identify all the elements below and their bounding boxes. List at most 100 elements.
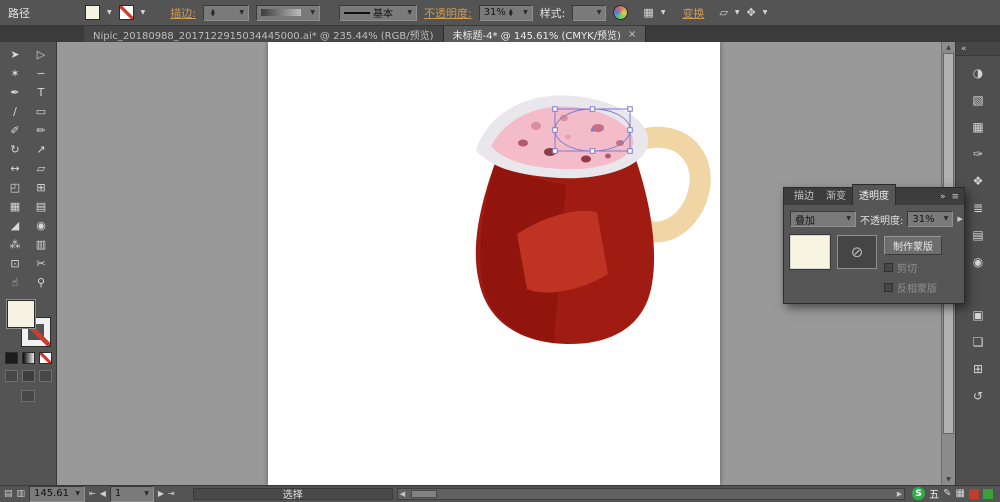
tool-artboard[interactable]: ⊡ (2, 254, 28, 273)
status-doc2-icon[interactable]: ▥ (17, 489, 26, 499)
fill-indicator[interactable] (7, 300, 35, 328)
opacity-link[interactable]: 不透明度: (424, 5, 472, 21)
chevron-down-icon[interactable]: ▼ (107, 10, 112, 16)
tool-rotate[interactable]: ↻ (2, 140, 28, 159)
tool-line[interactable]: ∕ (2, 102, 28, 121)
free-transform-icon[interactable]: ▱ (719, 7, 727, 18)
align-icon[interactable]: ▦ (643, 7, 653, 18)
tool-paintbrush[interactable]: ✐ (2, 121, 28, 140)
draw-inside-button[interactable] (39, 370, 52, 382)
artboard-first-button[interactable]: ⇤ (89, 489, 96, 498)
chevron-down-icon[interactable]: ▼ (763, 10, 768, 16)
make-mask-button[interactable]: 制作蒙版 (884, 236, 942, 255)
tool-symbol-sprayer[interactable]: ⁂ (2, 235, 28, 254)
layers-panel-icon[interactable]: ❏ (966, 333, 990, 350)
stroke-panel-icon[interactable]: ≣ (966, 199, 990, 216)
brush-select[interactable]: 基本 ▼ (339, 5, 417, 21)
tool-pencil[interactable]: ✏ (28, 121, 54, 140)
tool-zoom[interactable]: ⚲ (28, 273, 54, 292)
chevron-down-icon[interactable]: ▼ (735, 10, 740, 16)
chevron-down-icon[interactable]: ▼ (523, 10, 528, 16)
horizontal-scrollbar[interactable]: ◀ ▶ (397, 488, 905, 500)
stroke-color-swatch[interactable] (119, 5, 134, 20)
artboard-number-select[interactable]: 1 ▼ (110, 486, 154, 502)
tool-eyedropper[interactable]: ◢ (2, 216, 28, 235)
artboards-panel-icon[interactable]: ⊞ (966, 360, 990, 377)
close-icon[interactable]: × (628, 29, 636, 40)
swatches-panel-icon[interactable]: ▦ (966, 118, 990, 135)
artboard-last-button[interactable]: ⇥ (168, 489, 175, 498)
chevron-down-icon[interactable]: ▼ (75, 491, 80, 497)
spinner-down-icon[interactable]: ▼ (509, 13, 513, 17)
artboard-prev-button[interactable]: ◀ (100, 489, 106, 498)
fill-color-swatch[interactable] (85, 5, 100, 20)
tray-green-icon[interactable] (983, 489, 993, 499)
chevron-down-icon[interactable]: ▼ (144, 491, 149, 497)
invert-mask-checkbox[interactable] (884, 283, 893, 292)
horizontal-scrollbar-thumb[interactable] (411, 490, 437, 498)
tab-gradient[interactable]: 渐变 (820, 185, 852, 205)
opacity-select[interactable]: 31% ▲ ▼ ▼ (479, 5, 533, 21)
sogou-ime-icon[interactable]: S (912, 487, 925, 500)
tool-perspective-grid[interactable]: ⊞ (28, 178, 54, 197)
recolor-artwork-icon[interactable] (613, 5, 628, 20)
tool-slice[interactable]: ✂ (28, 254, 54, 273)
object-thumbnail[interactable] (790, 235, 830, 269)
collapse-panel-icon[interactable]: » (940, 192, 946, 202)
stroke-link[interactable]: 描边: (170, 5, 196, 21)
opacity-spinner[interactable]: ▲ ▼ (509, 9, 513, 17)
tool-scale[interactable]: ↗ (28, 140, 54, 159)
spinner-down-icon[interactable]: ▼ (211, 13, 215, 17)
panel-opacity-select[interactable]: 31% ▼ (907, 211, 953, 227)
tool-hand[interactable]: ☝ (2, 273, 28, 292)
draw-normal-button[interactable] (5, 370, 18, 382)
tool-rectangle[interactable]: ▭ (28, 102, 54, 121)
tool-magic-wand[interactable]: ✶ (2, 64, 28, 83)
artboard-next-button[interactable]: ▶ (158, 489, 164, 498)
tool-column-graph[interactable]: ▥ (28, 235, 54, 254)
zoom-select[interactable]: 145.61 ▼ (29, 486, 85, 502)
tool-lasso[interactable]: ∽ (28, 64, 54, 83)
clip-checkbox[interactable] (884, 263, 893, 272)
none-button[interactable] (39, 352, 52, 364)
symbols-panel-icon[interactable]: ❖ (966, 172, 990, 189)
tool-gradient[interactable]: ▤ (28, 197, 54, 216)
color-panel-icon[interactable]: ◑ (966, 64, 990, 81)
chevron-down-icon[interactable]: ▼ (944, 216, 949, 222)
expand-panels-icon[interactable]: « (961, 44, 967, 54)
artboard[interactable] (268, 42, 720, 485)
tool-selection[interactable]: ➤ (2, 45, 28, 64)
scroll-down-icon[interactable]: ▼ (942, 476, 955, 483)
blend-mode-select[interactable]: 叠加 ▼ (790, 211, 856, 227)
gradient-button[interactable] (22, 352, 35, 364)
chevron-down-icon[interactable]: ▼ (661, 10, 666, 16)
dock-header[interactable]: « (956, 42, 1000, 56)
pen-tray-icon[interactable]: ✎ (943, 488, 951, 499)
width-profile-select[interactable]: ▼ (256, 5, 320, 21)
scroll-up-icon[interactable]: ▲ (942, 44, 955, 51)
mask-thumbnail[interactable]: ⊘ (837, 235, 877, 269)
style-select[interactable]: ▼ (572, 5, 606, 21)
selection-center-point[interactable] (591, 128, 594, 131)
color-button[interactable] (5, 352, 18, 364)
tool-mesh[interactable]: ▦ (2, 197, 28, 216)
pitcher[interactable] (476, 95, 700, 344)
stroke-width-spinner[interactable]: ▲ ▼ (211, 9, 215, 17)
chevron-down-icon[interactable]: ▼ (310, 10, 315, 16)
panel-menu-icon[interactable]: ≡ (951, 192, 959, 202)
tool-direct-selection[interactable]: ▷ (28, 45, 54, 64)
tool-free-transform[interactable]: ▱ (28, 159, 54, 178)
history-panel-icon[interactable]: ↺ (966, 387, 990, 404)
color-guide-panel-icon[interactable]: ▧ (966, 91, 990, 108)
shape-modes-icon[interactable]: ✥ (747, 7, 756, 18)
stroke-width-select[interactable]: ▲ ▼ ▼ (203, 5, 249, 21)
invert-mask-checkbox-row[interactable]: 反相蒙版 (884, 280, 942, 295)
chevron-down-icon[interactable]: ▼ (407, 10, 412, 16)
screen-mode-button[interactable] (21, 390, 35, 402)
scroll-left-icon[interactable]: ◀ (400, 490, 405, 498)
chevron-down-icon[interactable]: ▼ (141, 10, 146, 16)
document-tab-nipic[interactable]: Nipic_20180988_2017122915034445000.ai* @… (84, 26, 444, 42)
draw-behind-button[interactable] (22, 370, 35, 382)
tray-red-icon[interactable] (969, 489, 979, 499)
appearance-panel-icon[interactable]: ◉ (966, 253, 990, 270)
